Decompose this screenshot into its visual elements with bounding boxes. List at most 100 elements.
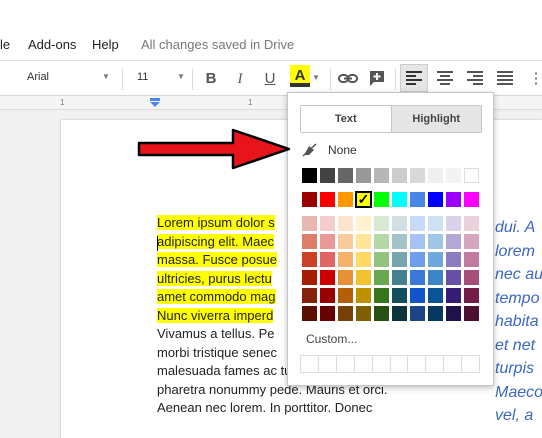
palette-swatch[interactable]	[446, 306, 461, 321]
highlight-color-button[interactable]: A ▼	[288, 65, 324, 93]
bright-swatch[interactable]	[410, 192, 425, 207]
palette-swatch[interactable]	[392, 288, 407, 303]
menu-file[interactable]: le	[0, 37, 10, 52]
palette-swatch[interactable]	[356, 288, 371, 303]
palette-swatch[interactable]	[464, 216, 479, 231]
palette-swatch[interactable]	[320, 288, 335, 303]
custom-color-slot[interactable]	[462, 356, 479, 372]
save-status[interactable]: All changes saved in Drive	[141, 37, 294, 52]
bright-swatch[interactable]	[428, 192, 443, 207]
palette-swatch[interactable]	[464, 288, 479, 303]
custom-color-slot[interactable]	[391, 356, 409, 372]
text-line[interactable]: morbi tristique senec	[157, 345, 277, 360]
custom-color-slot[interactable]	[444, 356, 463, 372]
palette-swatch[interactable]	[392, 234, 407, 249]
palette-swatch[interactable]	[302, 216, 317, 231]
gray-swatch[interactable]	[410, 168, 425, 183]
custom-color-slot[interactable]	[337, 356, 355, 372]
bright-swatch[interactable]	[464, 192, 479, 207]
palette-swatch[interactable]	[356, 234, 371, 249]
palette-swatch[interactable]	[410, 306, 425, 321]
palette-swatch[interactable]	[320, 270, 335, 285]
highlighted-text-line[interactable]: Lorem ipsum dolor s	[157, 215, 275, 230]
custom-color-slot[interactable]	[373, 356, 391, 372]
menu-addons[interactable]: Add-ons	[28, 37, 76, 52]
indent-marker-icon[interactable]	[149, 98, 161, 108]
palette-swatch[interactable]	[338, 270, 353, 285]
palette-swatch[interactable]	[302, 288, 317, 303]
chevron-down-icon[interactable]: ▼	[177, 72, 185, 81]
italic-button[interactable]: I	[230, 69, 250, 89]
more-icon[interactable]: ⋮	[526, 69, 542, 89]
gray-swatch[interactable]	[356, 168, 371, 183]
palette-swatch[interactable]	[446, 288, 461, 303]
palette-swatch[interactable]	[464, 252, 479, 267]
gray-swatch[interactable]	[464, 168, 479, 183]
palette-swatch[interactable]	[374, 216, 389, 231]
palette-swatch[interactable]	[320, 252, 335, 267]
palette-swatch[interactable]	[338, 216, 353, 231]
gray-swatch[interactable]	[428, 168, 443, 183]
custom-color-slot[interactable]	[426, 356, 445, 372]
chevron-down-icon[interactable]: ▼	[102, 72, 110, 81]
palette-swatch[interactable]	[356, 270, 371, 285]
palette-swatch[interactable]	[428, 252, 443, 267]
palette-swatch[interactable]	[302, 252, 317, 267]
highlighted-text-line[interactable]: ultricies, purus lectu	[157, 270, 272, 286]
font-size-select[interactable]: 11	[137, 71, 148, 83]
right-column-text[interactable]: dui. A lorem nec au tempo habita et net …	[495, 216, 542, 428]
palette-swatch[interactable]	[392, 306, 407, 321]
palette-swatch[interactable]	[320, 306, 335, 321]
palette-swatch[interactable]	[464, 234, 479, 249]
link-icon[interactable]	[338, 72, 358, 86]
palette-swatch[interactable]	[428, 234, 443, 249]
custom-color-slot[interactable]	[319, 356, 337, 372]
palette-swatch[interactable]	[428, 288, 443, 303]
gray-swatch[interactable]	[392, 168, 407, 183]
bright-swatch[interactable]: ✓	[355, 191, 372, 208]
palette-swatch[interactable]	[410, 216, 425, 231]
align-left-icon[interactable]	[406, 71, 422, 85]
palette-swatch[interactable]	[374, 288, 389, 303]
palette-swatch[interactable]	[302, 234, 317, 249]
custom-color-slot[interactable]	[355, 356, 373, 372]
palette-swatch[interactable]	[446, 270, 461, 285]
palette-swatch[interactable]	[392, 216, 407, 231]
gray-swatch[interactable]	[374, 168, 389, 183]
palette-swatch[interactable]	[392, 252, 407, 267]
gray-swatch[interactable]	[446, 168, 461, 183]
palette-swatch[interactable]	[356, 306, 371, 321]
bright-swatch[interactable]	[338, 192, 353, 207]
custom-color-slot[interactable]	[301, 356, 319, 372]
palette-swatch[interactable]	[410, 234, 425, 249]
align-justify-icon[interactable]	[497, 71, 513, 85]
palette-swatch[interactable]	[338, 234, 353, 249]
align-right-icon[interactable]	[467, 71, 483, 85]
palette-swatch[interactable]	[428, 270, 443, 285]
palette-swatch[interactable]	[374, 234, 389, 249]
font-family-select[interactable]: Arial	[27, 71, 49, 83]
bright-swatch[interactable]	[446, 192, 461, 207]
text-line[interactable]: Vivamus a tellus. Pe	[157, 326, 275, 341]
palette-swatch[interactable]	[446, 234, 461, 249]
highlighted-text-line[interactable]: massa. Fusce posue	[157, 252, 277, 267]
none-option[interactable]: None	[300, 141, 450, 159]
custom-color-link[interactable]: Custom...	[306, 332, 357, 346]
bright-swatch[interactable]	[374, 192, 389, 207]
highlighted-text-line[interactable]: Nunc viverra imperd	[157, 307, 274, 323]
tab-highlight[interactable]: Highlight	[391, 106, 481, 132]
palette-swatch[interactable]	[464, 270, 479, 285]
underline-button[interactable]: U	[260, 69, 280, 89]
palette-swatch[interactable]	[356, 216, 371, 231]
palette-swatch[interactable]	[446, 252, 461, 267]
bright-swatch[interactable]	[392, 192, 407, 207]
custom-color-slot[interactable]	[408, 356, 427, 372]
add-comment-icon[interactable]	[368, 69, 386, 87]
palette-swatch[interactable]	[338, 252, 353, 267]
bright-swatch[interactable]	[320, 192, 335, 207]
palette-swatch[interactable]	[446, 216, 461, 231]
tab-text[interactable]: Text	[301, 106, 392, 132]
align-center-icon[interactable]	[437, 71, 453, 85]
gray-swatch[interactable]	[302, 168, 317, 183]
palette-swatch[interactable]	[410, 288, 425, 303]
